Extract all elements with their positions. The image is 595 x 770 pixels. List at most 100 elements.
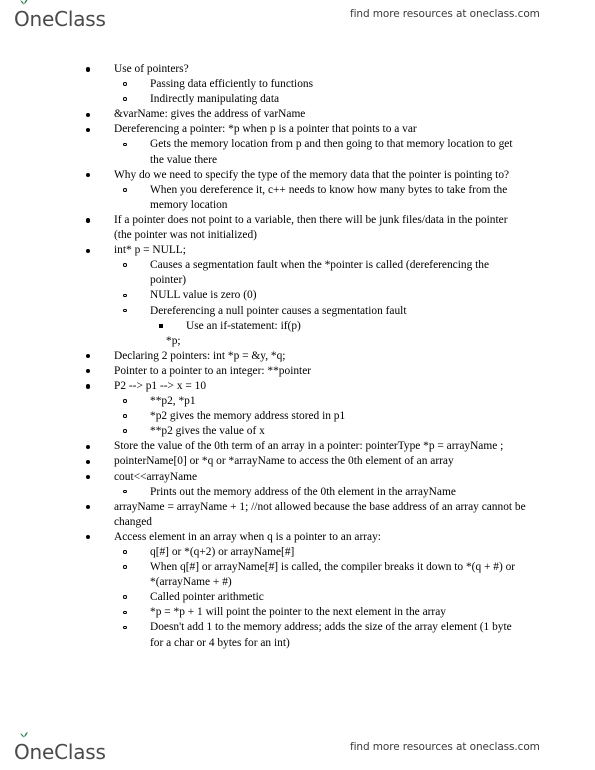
oneclass-logo-header[interactable]: OneClass: [14, 0, 106, 31]
list-item-text: Why do we need to specify the type of th…: [114, 168, 510, 181]
disc-bullet-icon: [86, 384, 91, 389]
leaf-sprout-icon: [20, 731, 28, 738]
list-item: **p2, *p1: [114, 394, 527, 409]
notes-list-level-2: **p2, *p1 *p2 gives the memory address s…: [114, 394, 527, 439]
list-item: Dereferencing a null pointer causes a se…: [114, 304, 527, 334]
list-item-text: P2 --> p1 --> x = 10: [114, 379, 207, 392]
list-item: pointerName[0] or *q or *arrayName to ac…: [0, 454, 595, 469]
circle-bullet-icon: [123, 142, 127, 147]
list-item-text: Access element in an array when q is a p…: [114, 530, 381, 543]
list-item-text: Pointer to a pointer to an integer: **po…: [114, 364, 312, 377]
list-item: Doesn't add 1 to the memory address; add…: [114, 620, 527, 650]
logo-wordmark: OneClass: [14, 740, 106, 764]
oneclass-logo-footer[interactable]: OneClass: [14, 731, 106, 764]
circle-bullet-icon: [123, 610, 127, 615]
disc-bullet-icon: [86, 67, 91, 72]
orphan-continuation-line: *p;: [166, 334, 181, 347]
list-item-text: pointerName[0] or *q or *arrayName to ac…: [114, 455, 454, 468]
disc-bullet-icon: [86, 369, 91, 374]
list-item-text: Called pointer arithmetic: [150, 591, 264, 604]
page-footer: OneClass find more resources at oneclass…: [0, 731, 595, 767]
list-item-text: When you dereference it, c++ needs to kn…: [150, 183, 508, 211]
list-item: Called pointer arithmetic: [114, 590, 527, 605]
disc-bullet-icon: [86, 248, 91, 253]
list-item-text: int* p = NULL;: [114, 244, 186, 257]
circle-bullet-icon: [123, 595, 127, 600]
list-item: Store the value of the 0th term of an ar…: [0, 439, 595, 454]
list-item: **p2 gives the value of x: [114, 424, 527, 439]
page-header: OneClass find more resources at oneclass…: [0, 0, 595, 34]
notes-list-level-2: Prints out the memory address of the 0th…: [114, 485, 527, 500]
list-item: *p = *p + 1 will point the pointer to th…: [114, 605, 527, 620]
disc-bullet-icon: [86, 173, 91, 178]
notes-list-level-2: Gets the memory location from p and then…: [114, 137, 527, 167]
circle-bullet-icon: [123, 308, 127, 313]
circle-bullet-icon: [123, 625, 127, 630]
notes-list-level-2: q[#] or *(q+2) or arrayName[#] When q[#]…: [114, 545, 527, 651]
list-item: Gets the memory location from p and then…: [114, 137, 527, 167]
list-item-text: Declaring 2 pointers: int *p = &y, *q;: [114, 349, 286, 362]
list-item-text: Dereferencing a null pointer causes a se…: [150, 304, 407, 317]
list-item-text: When q[#] or arrayName[#] is called, the…: [150, 561, 516, 589]
notes-list-level-2: Causes a segmentation fault when the *po…: [114, 258, 527, 333]
list-item-text: Gets the memory location from p and then…: [150, 138, 513, 166]
list-item-text: **p2 gives the value of x: [150, 425, 265, 438]
leaf-sprout-icon: [20, 0, 28, 5]
list-item: arrayName = arrayName + 1; //not allowed…: [0, 500, 595, 530]
circle-bullet-icon: [123, 187, 127, 192]
list-item: &varName: gives the address of varName: [0, 107, 595, 122]
list-item: Indirectly manipulating data: [114, 92, 527, 107]
list-item: Use of pointers? Passing data efficientl…: [0, 62, 595, 107]
notes-list-level-3: Use an if-statement: if(p): [150, 319, 521, 334]
list-item: P2 --> p1 --> x = 10 **p2, *p1 *p2 gives…: [0, 379, 595, 439]
list-item: Dereferencing a pointer: *p when p is a …: [0, 122, 595, 167]
list-item-text: Indirectly manipulating data: [150, 93, 280, 106]
disc-bullet-icon: [86, 127, 91, 132]
footer-tagline: find more resources at oneclass.com: [350, 741, 540, 753]
circle-bullet-icon: [123, 489, 127, 494]
list-item: Passing data efficiently to functions: [114, 77, 527, 92]
list-item: NULL value is zero (0): [114, 288, 527, 303]
list-item: Use an if-statement: if(p): [150, 319, 521, 334]
list-item: When q[#] or arrayName[#] is called, the…: [114, 560, 527, 590]
circle-bullet-icon: [123, 293, 127, 298]
list-item: Declaring 2 pointers: int *p = &y, *q;: [0, 349, 595, 364]
list-item-text: Use of pointers?: [114, 63, 189, 75]
notes-list-level-1: Use of pointers? Passing data efficientl…: [0, 62, 595, 334]
disc-bullet-icon: [86, 474, 91, 480]
list-item-text: **p2, *p1: [150, 395, 196, 408]
list-item-text: *p2 gives the memory address stored in p…: [150, 410, 346, 423]
circle-bullet-icon: [123, 263, 127, 267]
list-item-text: *p = *p + 1 will point the pointer to th…: [150, 606, 446, 619]
square-bullet-icon: [159, 323, 163, 328]
logo-wordmark: OneClass: [14, 7, 106, 31]
notes-list-level-2: Passing data efficiently to functions In…: [114, 77, 527, 107]
list-item-text: Doesn't add 1 to the memory address; add…: [150, 621, 512, 649]
list-item-text: If a pointer does not point to a variabl…: [114, 213, 508, 242]
list-item-text: Use an if-statement: if(p): [186, 319, 301, 332]
list-item-text: arrayName = arrayName + 1; //not allowed…: [114, 500, 526, 528]
list-item: When you dereference it, c++ needs to kn…: [114, 183, 527, 213]
circle-bullet-icon: [123, 399, 127, 403]
disc-bullet-icon: [86, 112, 91, 117]
list-item: Pointer to a pointer to an integer: **po…: [0, 364, 595, 379]
list-item: Access element in an array when q is a p…: [0, 530, 595, 651]
list-item: Why do we need to specify the type of th…: [0, 168, 595, 213]
lecture-note-body: Use of pointers? Passing data efficientl…: [0, 62, 595, 651]
notes-list-level-1-continued: Declaring 2 pointers: int *p = &y, *q; P…: [0, 349, 595, 651]
list-item: cout<<arrayName Prints out the memory ad…: [0, 470, 595, 500]
circle-bullet-icon: [123, 550, 127, 554]
notes-list-level-2: When you dereference it, c++ needs to kn…: [114, 183, 527, 213]
list-item-text: q[#] or *(q+2) or arrayName[#]: [150, 546, 295, 558]
disc-bullet-icon: [86, 535, 91, 540]
list-item-text: Store the value of the 0th term of an ar…: [114, 440, 504, 453]
list-item-text: Dereferencing a pointer: *p when p is a …: [114, 123, 417, 136]
list-item: Prints out the memory address of the 0th…: [114, 485, 527, 500]
circle-bullet-icon: [123, 82, 127, 86]
header-tagline: find more resources at oneclass.com: [350, 8, 540, 20]
circle-bullet-icon: [123, 97, 127, 101]
circle-bullet-icon: [123, 414, 127, 418]
list-item-text: &varName: gives the address of varName: [114, 108, 306, 121]
list-item: *p2 gives the memory address stored in p…: [114, 409, 527, 424]
list-item: q[#] or *(q+2) or arrayName[#]: [114, 545, 527, 560]
